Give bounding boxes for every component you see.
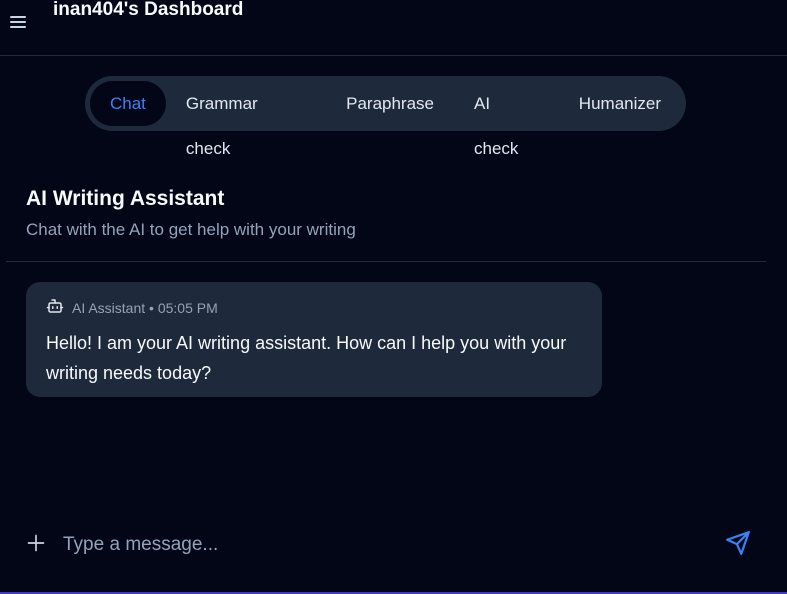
menu-icon[interactable] — [10, 15, 26, 29]
tool-tabs: Chat Grammar check Paraphrase AI check H… — [85, 76, 686, 158]
tab-humanizer[interactable]: Humanizer — [559, 81, 681, 126]
top-bar: inan404's Dashboard — [0, 0, 787, 56]
bot-icon — [46, 297, 64, 318]
message-meta: AI Assistant • 05:05 PM — [46, 297, 582, 318]
chat-message: AI Assistant • 05:05 PM Hello! I am your… — [26, 282, 602, 397]
tab-paraphrase[interactable]: Paraphrase — [326, 81, 454, 126]
send-icon[interactable] — [725, 530, 751, 561]
message-composer — [26, 528, 751, 562]
divider — [6, 261, 766, 262]
message-sender-time: AI Assistant • 05:05 PM — [72, 299, 218, 316]
section-title: AI Writing Assistant — [26, 187, 225, 210]
tab-chat[interactable]: Chat — [90, 81, 166, 126]
message-input[interactable] — [63, 534, 725, 556]
tab-ai-check[interactable]: AI check — [454, 81, 559, 158]
tab-grammar-check[interactable]: Grammar check — [166, 81, 326, 158]
page-title: inan404's Dashboard — [53, 0, 244, 20]
message-text: Hello! I am your AI writing assistant. H… — [46, 333, 567, 383]
plus-icon[interactable] — [26, 533, 46, 558]
section-subtitle: Chat with the AI to get help with your w… — [26, 220, 356, 239]
